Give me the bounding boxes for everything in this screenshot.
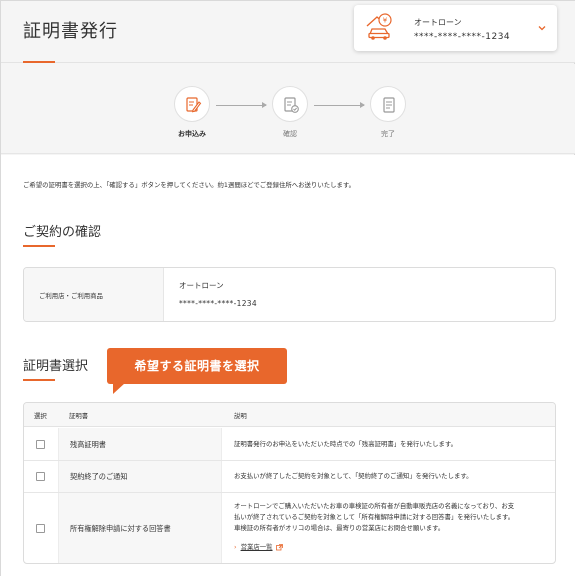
page-header: 証明書発行 ¥ オートローン ****-****-****-1234 (1, 1, 575, 63)
table-row: 残高証明書 証明書発行のお申込をいただいた時点での「残高証明書」を発行いたします… (24, 428, 555, 461)
certificate-description: 車検証の所有者がオリコの場合は、最寄りの営業店にお問合せ願います。 (234, 524, 445, 532)
section-underline (23, 245, 55, 247)
step-arrow (314, 102, 365, 108)
progress-stepper: お申込み 確認 完了 (1, 64, 575, 154)
contract-label: ご利用店・ご利用商品 (39, 292, 103, 300)
callout-tooltip: 希望する証明書を選択 (107, 348, 287, 394)
svg-text:¥: ¥ (383, 17, 388, 25)
select-cell (24, 461, 58, 492)
name-cell: 所有権解除申請に対する回答書 (58, 493, 222, 563)
contract-product: オートローン (179, 281, 224, 290)
step-apply: お申込み (172, 86, 212, 139)
step-complete: 完了 (368, 86, 408, 139)
certificate-name: 所有権解除申請に対する回答書 (70, 524, 171, 533)
header-name: 証明書 (69, 412, 89, 420)
certificate-description: お支払いが終了したご契約を対象として、「契約終了のご通知」を発行いたします。 (234, 472, 473, 480)
step-confirm: 確認 (270, 86, 310, 139)
section-title-contract: ご契約の確認 (23, 225, 102, 240)
certificate-description: 証明書発行のお申込をいただいた時点での「残高証明書」を発行いたします。 (234, 440, 458, 448)
page-frame: 証明書発行 ¥ オートローン ****-****-****-1234 お申込み … (0, 0, 575, 576)
account-number: ****-****-****-1234 (414, 32, 511, 42)
account-name: オートローン (414, 18, 462, 27)
section-underline (23, 379, 55, 381)
name-cell: 契約終了のご通知 (58, 461, 222, 492)
external-link-icon (275, 543, 283, 550)
select-cell (24, 493, 58, 563)
document-icon (383, 97, 395, 113)
chevron-right-icon: › (234, 543, 237, 551)
certificate-name: 残高証明書 (70, 440, 106, 449)
certificate-description: 払いが終了されているご契約を対象として「所有権解除申請に対する回答書」を発行いた… (234, 513, 515, 521)
table-row: 契約終了のご通知 お支払いが終了したご契約を対象として、「契約終了のご通知」を発… (24, 461, 555, 493)
checklist-document-icon (284, 97, 299, 113)
table-row: 所有権解除申請に対する回答書 オートローンでご購入いただいたお車の車検証の所有者… (24, 493, 555, 563)
header-select: 選択 (34, 412, 47, 420)
contract-label-cell: ご利用店・ご利用商品 (24, 268, 164, 321)
step-arrow (216, 102, 267, 108)
select-checkbox[interactable] (36, 472, 45, 481)
office-list-link[interactable]: › 営業店一覧 (234, 542, 283, 551)
certificate-table: 選択 証明書 説明 残高証明書 証明書発行のお申込をいただいた時点での「残高証明… (23, 402, 556, 564)
step-circle (272, 86, 308, 122)
step-label: 確認 (283, 130, 297, 138)
select-checkbox[interactable] (36, 440, 45, 449)
office-list-label: 営業店一覧 (240, 543, 273, 551)
header-description: 説明 (234, 412, 247, 420)
step-circle (174, 86, 210, 122)
select-checkbox[interactable] (36, 524, 45, 533)
contract-number: ****-****-****-1234 (179, 299, 257, 308)
step-label: 完了 (381, 130, 395, 138)
certificate-name: 契約終了のご通知 (70, 472, 128, 481)
page-title: 証明書発行 (23, 21, 118, 42)
account-selector[interactable]: ¥ オートローン ****-****-****-1234 (354, 5, 557, 51)
car-loan-icon: ¥ (366, 13, 392, 40)
step-circle (370, 86, 406, 122)
pencil-document-icon (186, 97, 202, 113)
section-title-certificates: 証明書選択 (23, 359, 89, 374)
chevron-down-icon[interactable] (537, 23, 547, 33)
name-cell: 残高証明書 (58, 428, 222, 460)
contract-info-box: ご利用店・ご利用商品 オートローン ****-****-****-1234 (23, 267, 556, 322)
step-label: お申込み (178, 130, 206, 138)
certificate-description: オートローンでご購入いただいたお車の車検証の所有者が自動車販売店の名義になってお… (234, 502, 515, 510)
table-header: 選択 証明書 説明 (24, 403, 555, 427)
title-underline (23, 61, 55, 63)
select-cell (24, 428, 58, 460)
intro-text: ご希望の証明書を選択の上、「確認する」ボタンを押してください。約1週間ほどでご登… (23, 181, 356, 189)
main-content: ご希望の証明書を選択の上、「確認する」ボタンを押してください。約1週間ほどでご登… (1, 155, 575, 576)
